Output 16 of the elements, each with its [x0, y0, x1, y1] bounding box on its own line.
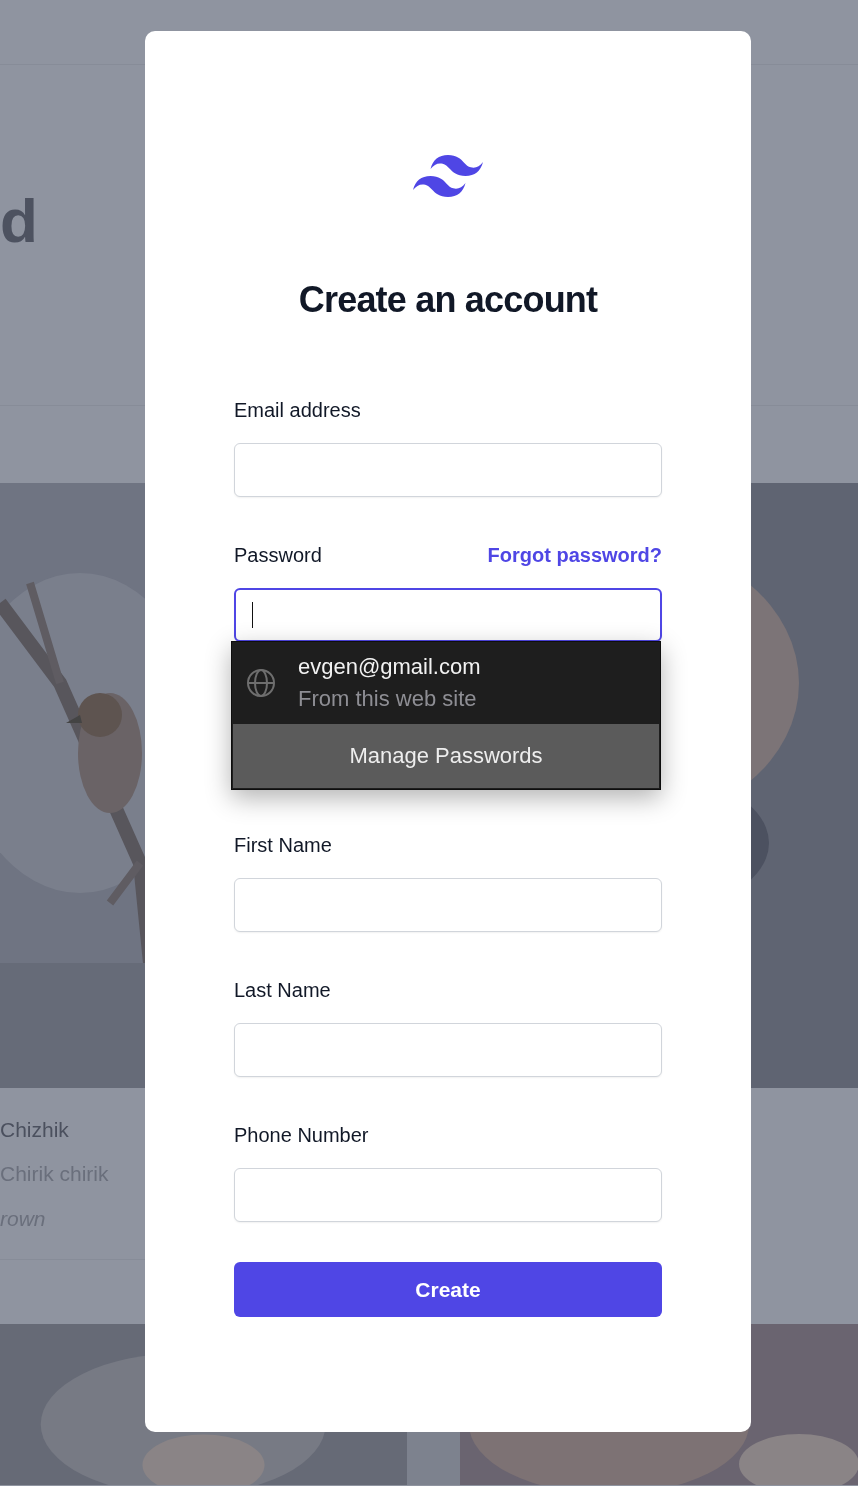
page-heading: d [0, 190, 38, 252]
field-label: Phone Number [234, 1123, 369, 1147]
card-title: Chizhik [0, 1118, 69, 1142]
field-label: Last Name [234, 978, 331, 1002]
logo-icon [413, 155, 483, 198]
input-field[interactable] [234, 588, 662, 642]
autofill-item[interactable]: evgen@gmail.com From this web site [232, 642, 660, 724]
globe-icon [246, 668, 276, 698]
field-label: Email address [234, 398, 361, 422]
dialog-title: Create an account [298, 278, 598, 322]
field-label: First Name [234, 833, 332, 857]
field-label: Password [234, 543, 322, 567]
create-button[interactable]: Create [234, 1262, 662, 1317]
text-cursor [252, 602, 253, 628]
manage-passwords-button[interactable]: Manage Passwords [233, 724, 659, 788]
forgot-password-link[interactable]: Forgot password? [487, 543, 662, 567]
